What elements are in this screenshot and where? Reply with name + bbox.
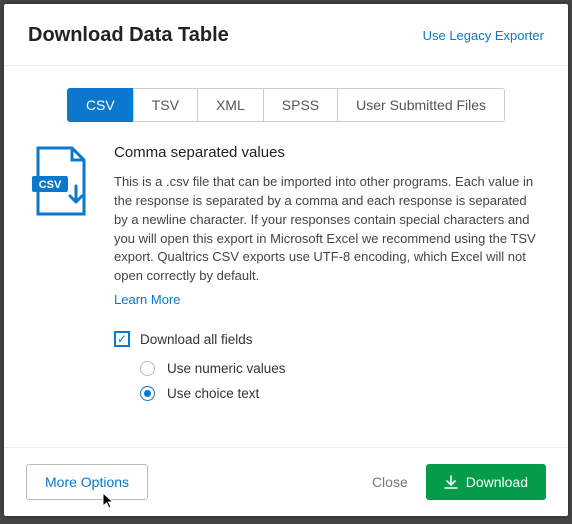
checkbox-icon: ✓ <box>114 331 130 347</box>
download-button[interactable]: Download <box>426 464 546 500</box>
download-options: ✓ Download all fields Use numeric values… <box>114 331 540 401</box>
tab-spss[interactable]: SPSS <box>263 88 338 122</box>
checkbox-label: Download all fields <box>140 332 253 347</box>
radio-choice-text[interactable]: Use choice text <box>140 386 540 401</box>
download-icon <box>444 475 458 489</box>
format-description: This is a .csv file that can be imported… <box>114 173 540 286</box>
use-legacy-exporter-link[interactable]: Use Legacy Exporter <box>423 28 544 43</box>
download-data-modal: Download Data Table Use Legacy Exporter … <box>4 4 568 516</box>
svg-text:CSV: CSV <box>39 179 62 191</box>
close-button[interactable]: Close <box>354 465 426 499</box>
format-description-block: Comma separated values This is a .csv fi… <box>114 144 540 411</box>
modal-content: CSV TSV XML SPSS User Submitted Files CS… <box>4 66 568 447</box>
radio-icon <box>140 386 155 401</box>
download-button-label: Download <box>466 474 528 490</box>
tab-user-files[interactable]: User Submitted Files <box>337 88 505 122</box>
modal-header: Download Data Table Use Legacy Exporter <box>4 4 568 66</box>
radio-icon <box>140 361 155 376</box>
learn-more-link[interactable]: Learn More <box>114 292 540 307</box>
modal-footer: More Options Close Download <box>4 447 568 516</box>
download-all-fields-checkbox[interactable]: ✓ Download all fields <box>114 331 540 347</box>
radio-label: Use numeric values <box>167 361 286 376</box>
radio-numeric-values[interactable]: Use numeric values <box>140 361 540 376</box>
more-options-button[interactable]: More Options <box>26 464 148 500</box>
radio-label: Use choice text <box>167 386 259 401</box>
tab-tsv[interactable]: TSV <box>133 88 198 122</box>
tab-xml[interactable]: XML <box>197 88 264 122</box>
tab-csv[interactable]: CSV <box>67 88 134 122</box>
format-subtitle: Comma separated values <box>114 144 540 161</box>
modal-title: Download Data Table <box>28 24 229 47</box>
format-info: CSV Comma separated values This is a .cs… <box>32 144 540 411</box>
csv-file-icon: CSV <box>32 144 94 411</box>
format-tabs: CSV TSV XML SPSS User Submitted Files <box>32 88 540 122</box>
